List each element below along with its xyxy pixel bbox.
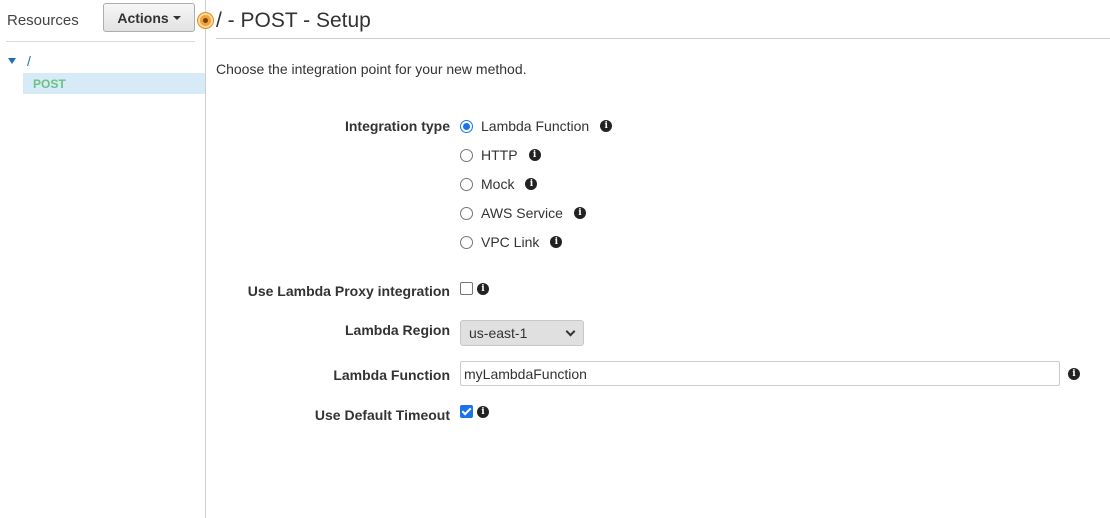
info-icon[interactable]: i — [573, 207, 586, 219]
status-dot-core — [203, 18, 208, 23]
page-title: / - POST - Setup — [216, 9, 371, 32]
lambda-function-label: Lambda Function — [333, 367, 450, 383]
tree-item-root[interactable]: / — [8, 52, 198, 70]
radio-vpc-link[interactable]: VPC Link i — [460, 233, 563, 251]
radio-http[interactable]: HTTP i — [460, 146, 541, 164]
title-divider — [216, 38, 1110, 39]
radio-label: AWS Service — [481, 205, 563, 221]
info-icon[interactable]: i — [528, 149, 541, 161]
lambda-region-select[interactable]: us-east-1 — [460, 320, 584, 346]
tree-expand-icon[interactable] — [8, 58, 16, 64]
status-dot-icon — [198, 13, 213, 28]
radio-aws-service[interactable]: AWS Service i — [460, 204, 586, 222]
default-timeout-checkbox[interactable] — [460, 405, 473, 418]
proxy-integration-controls: i — [460, 282, 489, 295]
info-icon[interactable]: i — [477, 282, 489, 295]
proxy-integration-label: Use Lambda Proxy integration — [247, 283, 450, 299]
proxy-integration-checkbox[interactable] — [460, 282, 473, 295]
info-icon[interactable]: i — [525, 178, 538, 190]
actions-button[interactable]: Actions — [103, 3, 195, 32]
radio-label: VPC Link — [481, 234, 540, 250]
radio-lambda-function[interactable]: Lambda Function i — [460, 117, 613, 135]
info-icon[interactable]: i — [600, 120, 613, 132]
lambda-region-value: us-east-1 — [469, 325, 528, 341]
radio-label: Lambda Function — [481, 118, 590, 134]
default-timeout-label: Use Default Timeout — [314, 407, 450, 423]
radio-button[interactable] — [460, 235, 473, 249]
radio-mock[interactable]: Mock i — [460, 175, 538, 193]
tree-item-post[interactable]: POST — [23, 73, 205, 94]
tree-post-label: POST — [33, 76, 66, 91]
info-icon[interactable]: i — [1068, 368, 1080, 380]
radio-button[interactable] — [460, 177, 473, 191]
info-icon[interactable]: i — [477, 405, 489, 418]
radio-button[interactable] — [460, 206, 473, 220]
tree-root-label: / — [27, 53, 31, 69]
resources-title: Resources — [7, 12, 79, 29]
sidebar-divider — [6, 41, 195, 42]
integration-type-label: Integration type — [344, 118, 450, 134]
info-icon[interactable]: i — [550, 236, 563, 248]
radio-button[interactable] — [460, 119, 473, 133]
radio-label: Mock — [481, 176, 515, 192]
radio-button[interactable] — [460, 148, 473, 162]
lambda-function-input[interactable] — [460, 361, 1060, 386]
lambda-region-label: Lambda Region — [344, 322, 450, 338]
chevron-down-icon — [565, 326, 576, 336]
intro-text: Choose the integration point for your ne… — [216, 61, 527, 77]
caret-down-icon — [172, 16, 181, 20]
resources-panel: Resources Actions / POST — [0, 0, 206, 518]
default-timeout-controls: i — [460, 405, 489, 418]
radio-label: HTTP — [481, 147, 518, 163]
actions-label: Actions — [117, 9, 169, 26]
